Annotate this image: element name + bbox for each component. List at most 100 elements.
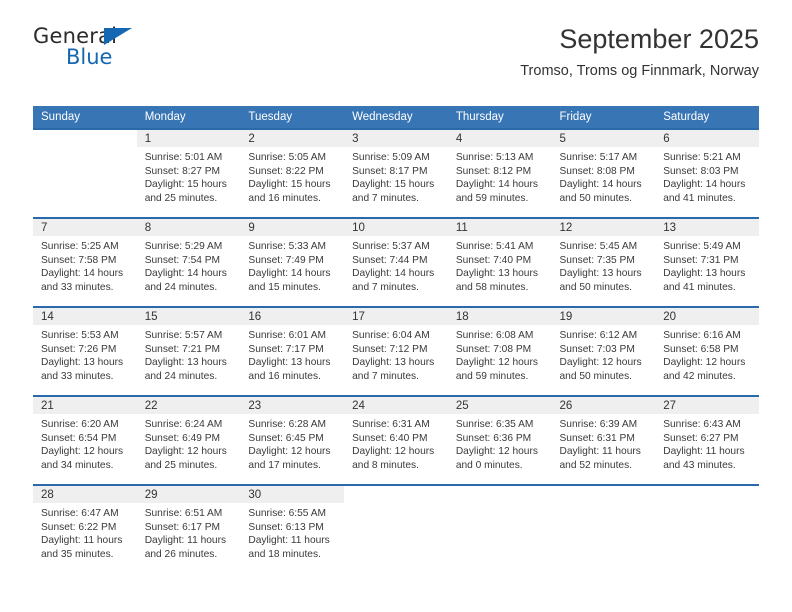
calendar-day-cell[interactable]: 25 Sunrise: 6:35 AM Sunset: 6:36 PM Dayligh… <box>447 395 552 485</box>
daylight-text: Daylight: 12 hours <box>559 357 642 369</box>
calendar-grid: Sunday Monday Tuesday Wednesday Thursday… <box>33 106 759 573</box>
calendar-day-cell[interactable]: 27 Sunrise: 6:43 AM Sunset: 6:27 PM Dayligh… <box>655 395 759 485</box>
calendar-day-cell[interactable]: 17 Sunrise: 6:04 AM Sunset: 7:12 PM Dayligh… <box>344 306 448 396</box>
calendar-day-cell[interactable]: 4 Sunrise: 5:13 AM Sunset: 8:12 PM Daylight… <box>447 128 552 218</box>
calendar-day-cell[interactable]: 16 Sunrise: 6:01 AM Sunset: 7:17 PM Dayligh… <box>240 306 345 396</box>
sunset-text: Sunset: 6:58 PM <box>663 343 739 355</box>
day-number: 11 <box>447 219 552 236</box>
day-details: Sunrise: 6:35 AM Sunset: 6:36 PM Daylight:… <box>448 414 552 472</box>
daylight-text-cont: and 24 minutes. <box>144 370 218 382</box>
day-number: 13 <box>655 219 759 236</box>
calendar-day-cell[interactable]: 20 Sunrise: 6:16 AM Sunset: 6:58 PM Dayligh… <box>655 306 759 396</box>
calendar-day-cell[interactable]: 14 Sunrise: 5:53 AM Sunset: 7:26 PM Dayligh… <box>33 306 137 396</box>
sunset-text: Sunset: 7:44 PM <box>352 254 428 266</box>
sunrise-text: Sunrise: 5:21 AM <box>663 152 741 163</box>
calendar-day-cell[interactable]: 24 Sunrise: 6:31 AM Sunset: 6:40 PM Dayligh… <box>344 395 448 485</box>
calendar-day-cell[interactable]: 11 Sunrise: 5:41 AM Sunset: 7:40 PM Dayligh… <box>447 217 552 307</box>
calendar-day-cell[interactable]: 29 Sunrise: 6:51 AM Sunset: 6:17 PM Dayligh… <box>136 484 241 573</box>
calendar-week-row: 21 Sunrise: 6:20 AM Sunset: 6:54 PM Dayligh… <box>33 395 759 485</box>
calendar-day-cell[interactable]: 6 Sunrise: 5:21 AM Sunset: 8:03 PM Daylight… <box>655 128 759 218</box>
day-number: 28 <box>33 486 137 503</box>
weekday-header-wednesday: Wednesday <box>344 106 448 129</box>
sunset-text: Sunset: 6:22 PM <box>41 521 117 533</box>
daylight-text-cont: and 50 minutes. <box>559 370 633 382</box>
sunrise-text: Sunrise: 6:16 AM <box>663 330 741 341</box>
calendar-day-cell[interactable]: 19 Sunrise: 6:12 AM Sunset: 7:03 PM Dayligh… <box>551 306 656 396</box>
sunset-text: Sunset: 7:08 PM <box>455 343 532 355</box>
day-number: 14 <box>33 308 137 325</box>
general-blue-logo[interactable]: General Blue <box>33 24 233 72</box>
sunrise-text: Sunrise: 5:41 AM <box>455 241 534 252</box>
sunrise-text: Sunrise: 5:33 AM <box>248 241 326 252</box>
daylight-text: Daylight: 12 hours <box>248 446 331 458</box>
day-number: 7 <box>33 219 137 236</box>
sunrise-text: Sunrise: 5:37 AM <box>352 241 430 252</box>
day-number: 16 <box>240 308 345 325</box>
day-details: Sunrise: 5:57 AM Sunset: 7:21 PM Daylight:… <box>137 325 241 383</box>
sunrise-text: Sunrise: 6:08 AM <box>455 330 534 341</box>
daylight-text-cont: and 17 minutes. <box>248 459 321 471</box>
daylight-text-cont: and 50 minutes. <box>559 281 633 293</box>
sunset-text: Sunset: 7:35 PM <box>559 254 635 266</box>
calendar-day-cell[interactable]: 22 Sunrise: 6:24 AM Sunset: 6:49 PM Dayligh… <box>136 395 241 485</box>
calendar-cell-empty <box>655 484 759 573</box>
calendar-day-cell[interactable]: 2 Sunrise: 5:05 AM Sunset: 8:22 PM Daylight… <box>240 128 345 218</box>
calendar-day-cell[interactable]: 7 Sunrise: 5:25 AM Sunset: 7:58 PM Daylight… <box>33 217 137 307</box>
calendar-cell-empty <box>447 484 552 573</box>
sunset-text: Sunset: 6:36 PM <box>455 432 532 444</box>
sunrise-text: Sunrise: 6:55 AM <box>248 508 326 519</box>
daylight-text-cont: and 8 minutes. <box>352 459 419 471</box>
sunset-text: Sunset: 6:17 PM <box>144 521 221 533</box>
daylight-text: Daylight: 12 hours <box>352 446 435 458</box>
calendar-day-cell[interactable]: 1 Sunrise: 5:01 AM Sunset: 8:27 PM Daylight… <box>136 128 241 218</box>
calendar-day-cell[interactable]: 26 Sunrise: 6:39 AM Sunset: 6:31 PM Dayligh… <box>551 395 656 485</box>
daylight-text-cont: and 34 minutes. <box>41 459 114 471</box>
calendar-day-cell[interactable]: 18 Sunrise: 6:08 AM Sunset: 7:08 PM Dayligh… <box>447 306 552 396</box>
sunset-text: Sunset: 6:13 PM <box>248 521 324 533</box>
day-number: 8 <box>136 219 241 236</box>
calendar-day-cell[interactable]: 15 Sunrise: 5:57 AM Sunset: 7:21 PM Dayligh… <box>136 306 241 396</box>
calendar-day-cell[interactable]: 12 Sunrise: 5:45 AM Sunset: 7:35 PM Dayligh… <box>551 217 656 307</box>
daylight-text: Daylight: 11 hours <box>663 446 745 458</box>
day-number: 20 <box>655 308 759 325</box>
weekday-header-monday: Monday <box>136 106 241 129</box>
sunrise-text: Sunrise: 6:39 AM <box>559 419 638 430</box>
sunrise-text: Sunrise: 6:01 AM <box>248 330 326 341</box>
calendar-day-cell[interactable]: 30 Sunrise: 6:55 AM Sunset: 6:13 PM Dayligh… <box>240 484 345 573</box>
weekday-header-tuesday: Tuesday <box>240 106 345 129</box>
calendar-day-cell[interactable]: 13 Sunrise: 5:49 AM Sunset: 7:31 PM Dayligh… <box>655 217 759 307</box>
day-number: 2 <box>240 130 345 147</box>
daylight-text: Daylight: 14 hours <box>559 179 642 191</box>
day-details: Sunrise: 6:39 AM Sunset: 6:31 PM Daylight:… <box>552 414 656 472</box>
logo-triangle-icon <box>104 28 132 45</box>
day-number: 30 <box>240 486 345 503</box>
sunset-text: Sunset: 7:49 PM <box>248 254 324 266</box>
day-number: 24 <box>344 397 448 414</box>
calendar-day-cell[interactable]: 3 Sunrise: 5:09 AM Sunset: 8:17 PM Daylight… <box>344 128 448 218</box>
daylight-text: Daylight: 11 hours <box>248 535 330 547</box>
calendar-day-cell[interactable]: 23 Sunrise: 6:28 AM Sunset: 6:45 PM Dayligh… <box>240 395 345 485</box>
calendar-day-cell[interactable]: 10 Sunrise: 5:37 AM Sunset: 7:44 PM Dayligh… <box>344 217 448 307</box>
day-details: Sunrise: 6:12 AM Sunset: 7:03 PM Daylight:… <box>552 325 656 383</box>
sunset-text: Sunset: 8:22 PM <box>248 165 324 177</box>
calendar-day-cell[interactable]: 5 Sunrise: 5:17 AM Sunset: 8:08 PM Daylight… <box>551 128 656 218</box>
location-subtitle: Tromso, Troms og Finnmark, Norway <box>520 63 759 79</box>
calendar-day-cell[interactable]: 8 Sunrise: 5:29 AM Sunset: 7:54 PM Daylight… <box>136 217 241 307</box>
title-block: September 2025 Tromso, Troms og Finnmark… <box>520 22 759 82</box>
day-number: 6 <box>655 130 759 147</box>
day-number <box>655 486 759 503</box>
daylight-text: Daylight: 13 hours <box>352 357 435 369</box>
daylight-text: Daylight: 12 hours <box>455 357 538 369</box>
calendar-day-cell[interactable]: 21 Sunrise: 6:20 AM Sunset: 6:54 PM Dayligh… <box>33 395 137 485</box>
calendar-day-cell[interactable]: 28 Sunrise: 6:47 AM Sunset: 6:22 PM Dayligh… <box>33 484 137 573</box>
day-number: 18 <box>447 308 552 325</box>
sunset-text: Sunset: 6:54 PM <box>41 432 117 444</box>
daylight-text: Daylight: 15 hours <box>144 179 227 191</box>
weekday-header-saturday: Saturday <box>655 106 759 129</box>
calendar-day-cell[interactable]: 9 Sunrise: 5:33 AM Sunset: 7:49 PM Daylight… <box>240 217 345 307</box>
calendar-body: 1 Sunrise: 5:01 AM Sunset: 8:27 PM Daylight… <box>33 128 759 573</box>
sunset-text: Sunset: 7:17 PM <box>248 343 324 355</box>
day-details: Sunrise: 6:16 AM Sunset: 6:58 PM Daylight:… <box>655 325 759 383</box>
daylight-text-cont: and 25 minutes. <box>144 459 218 471</box>
daylight-text: Daylight: 12 hours <box>455 446 538 458</box>
